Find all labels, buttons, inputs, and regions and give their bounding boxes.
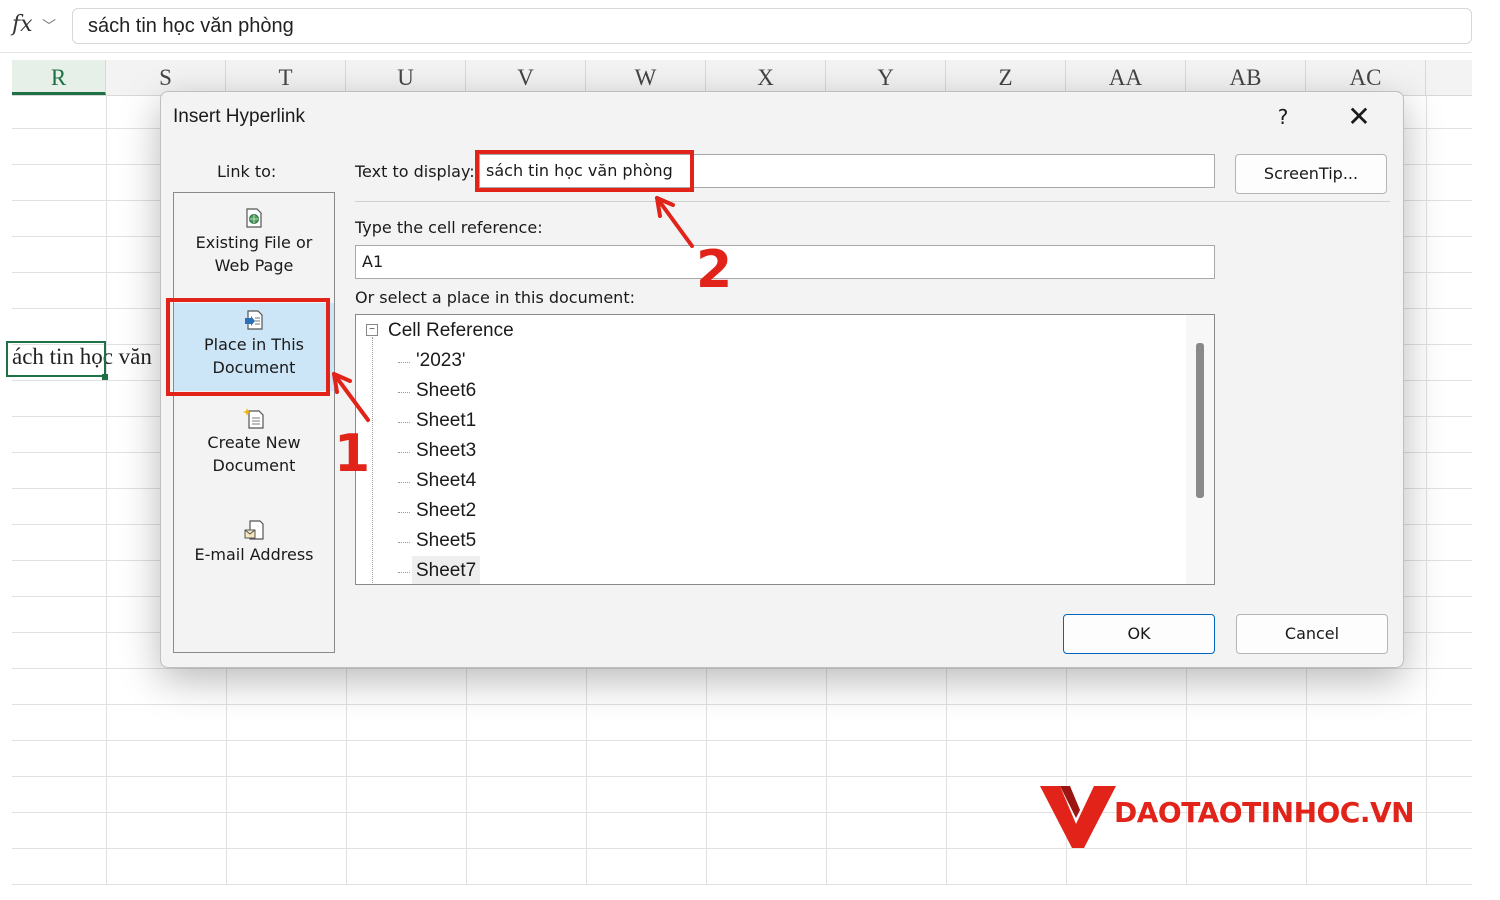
step-number-1: 1	[334, 424, 371, 484]
brand-logo-icon	[1040, 786, 1116, 848]
annotation-arrows	[332, 196, 694, 422]
arrow-step-2	[655, 196, 694, 248]
step-number-2: 2	[696, 240, 733, 300]
watermark-text: DAOTAOTINHOC.VN	[1114, 796, 1415, 829]
arrow-step-1	[332, 372, 370, 422]
